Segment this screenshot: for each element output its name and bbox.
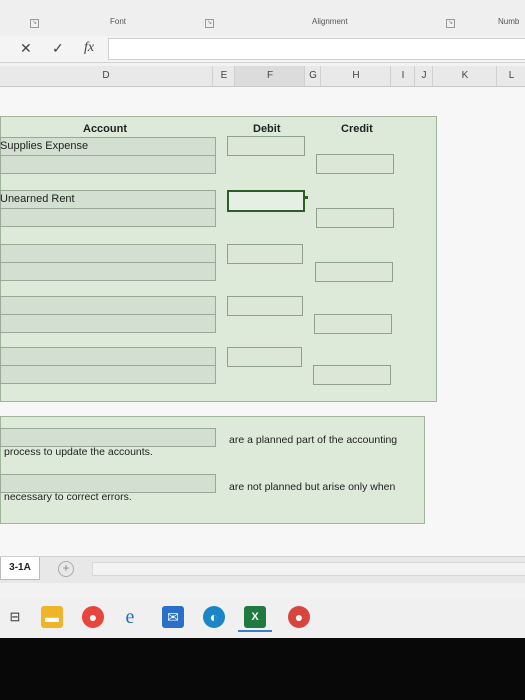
statement-2-right: are not planned but arise only when <box>229 481 396 493</box>
font-group-label: Font <box>110 17 127 26</box>
account-cell-4a[interactable] <box>0 296 216 315</box>
account-label-unearned-rent: Unearned Rent <box>0 193 75 205</box>
account-cell-3b[interactable] <box>0 262 216 281</box>
debit-input-3[interactable] <box>227 244 303 264</box>
account-cell-2b[interactable] <box>0 208 216 227</box>
number-group-label: Numb <box>498 17 520 26</box>
credit-input-3[interactable] <box>315 262 393 282</box>
debit-header: Debit <box>253 123 281 135</box>
clipboard-launcher-icon[interactable]: ↘ <box>30 19 39 28</box>
function-icon[interactable]: fx <box>84 40 94 56</box>
excel-icon[interactable]: X <box>244 606 266 628</box>
column-header-k[interactable]: K <box>432 66 497 86</box>
edge-icon[interactable]: ◐ <box>203 606 225 628</box>
file-explorer-icon[interactable]: ▬ <box>41 606 63 628</box>
credit-header: Credit <box>341 123 373 135</box>
column-header-j[interactable]: J <box>414 66 433 86</box>
statement-1-right: are a planned part of the accounting <box>229 434 398 446</box>
debit-input-1[interactable] <box>227 136 305 156</box>
task-view-icon[interactable]: ⊟ <box>4 606 26 628</box>
outlook-icon[interactable]: ✉ <box>162 606 184 628</box>
account-cell-3a[interactable] <box>0 244 216 263</box>
debit-input-5[interactable] <box>227 347 302 367</box>
formula-input[interactable] <box>108 38 525 60</box>
credit-input-1[interactable] <box>316 154 394 174</box>
column-header-h[interactable]: H <box>320 66 391 86</box>
account-header: Account <box>83 123 127 135</box>
enter-icon[interactable]: ✓ <box>52 40 64 57</box>
horizontal-scrollbar[interactable] <box>92 562 525 576</box>
sheet-tab-active[interactable]: 3-1A <box>0 557 40 580</box>
cancel-icon[interactable]: ✕ <box>20 40 32 57</box>
edge-legacy-icon[interactable]: e <box>119 606 141 628</box>
chrome-icon[interactable]: ● <box>82 606 104 628</box>
column-header-l[interactable]: L <box>496 66 525 86</box>
credit-input-5[interactable] <box>313 365 391 385</box>
fill-handle[interactable] <box>305 196 308 199</box>
debit-input-2-selected[interactable] <box>227 190 305 212</box>
alignment-group-label: Alignment <box>312 17 348 26</box>
credit-input-2[interactable] <box>316 208 394 228</box>
account-label-supplies-expense: Supplies Expense <box>0 140 89 152</box>
statement-1-left: process to update the accounts. <box>4 446 153 458</box>
credit-input-4[interactable] <box>314 314 392 334</box>
account-cell-4b[interactable] <box>0 314 216 333</box>
debit-input-4[interactable] <box>227 296 303 316</box>
account-cell-5a[interactable] <box>0 347 216 366</box>
account-cell-5b[interactable] <box>0 365 216 384</box>
screen-bezel <box>0 638 525 700</box>
statement-answer-1[interactable] <box>0 428 216 447</box>
account-cell-1b[interactable] <box>0 155 216 174</box>
column-header-e[interactable]: E <box>212 66 235 86</box>
column-header-g[interactable]: G <box>304 66 321 86</box>
alignment-launcher-icon[interactable]: ↘ <box>446 19 455 28</box>
statement-2-left: necessary to correct errors. <box>4 491 132 503</box>
chrome-profile-icon[interactable]: ● <box>288 606 310 628</box>
column-header-d[interactable]: D <box>0 66 212 86</box>
column-header-i[interactable]: I <box>390 66 415 86</box>
column-header-f[interactable]: F <box>234 66 305 86</box>
font-launcher-icon[interactable]: ↘ <box>205 19 214 28</box>
add-sheet-icon[interactable]: + <box>58 561 74 577</box>
active-app-indicator <box>238 630 272 632</box>
